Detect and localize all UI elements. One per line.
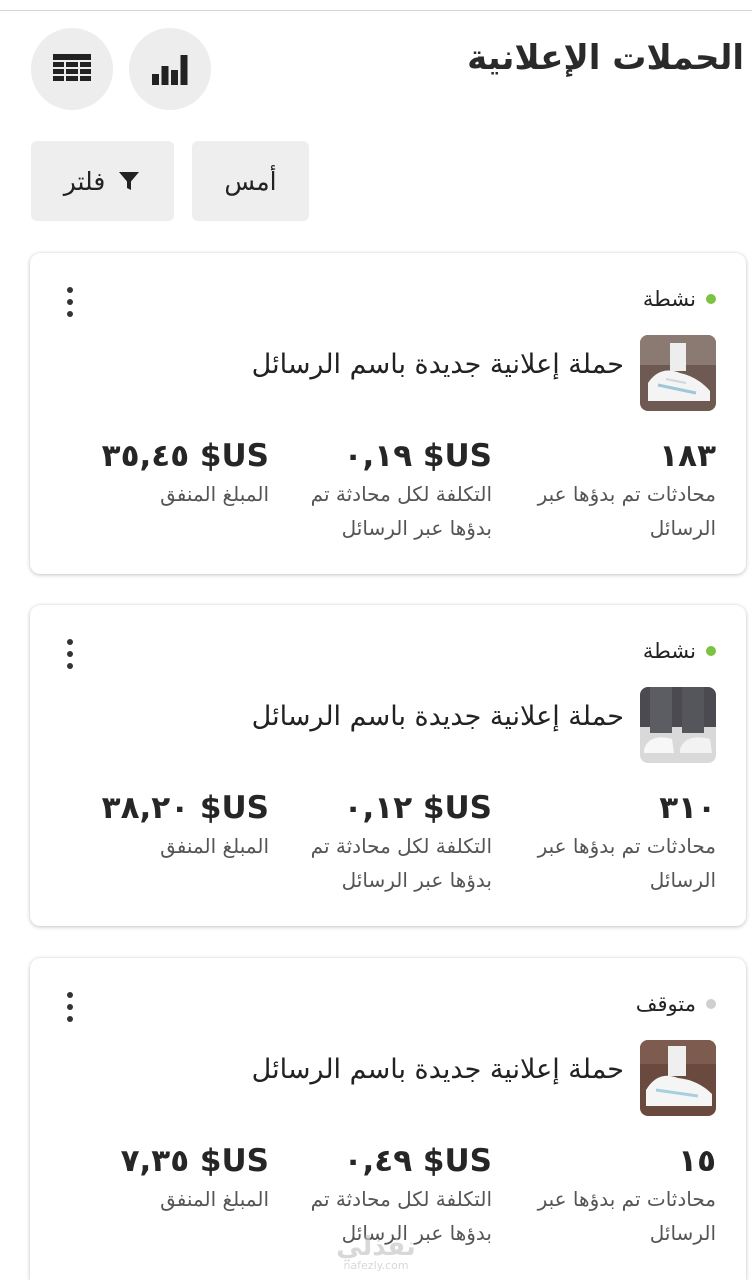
watermark-url: nafezly.com xyxy=(343,1259,409,1272)
filter-label: فلتر xyxy=(63,166,106,196)
metric-value: US$ ٣٥,٤٥ xyxy=(101,438,269,474)
table-icon xyxy=(53,54,91,81)
metric-label: المبلغ المنفق xyxy=(160,1187,269,1211)
date-range-label: أمس xyxy=(224,166,277,196)
status-dot xyxy=(706,646,716,656)
filter-button[interactable]: فلتر xyxy=(31,141,174,221)
watermark-logo: نفذلي nafezly.com xyxy=(330,1234,422,1272)
metric-label: المبلغ المنفق xyxy=(160,834,269,858)
page-title: الحملات الإعلانية xyxy=(467,38,744,78)
metric-conversations: ٣١٠ محادثات تم بدؤها عبر الرسائل xyxy=(516,787,716,897)
campaign-thumbnail xyxy=(640,335,716,411)
table-view-button[interactable] xyxy=(31,28,113,110)
status-dot xyxy=(706,294,716,304)
status-dot xyxy=(706,999,716,1009)
metric-label: محادثات تم بدؤها عبر الرسائل xyxy=(537,482,716,540)
metric-label: محادثات تم بدؤها عبر الرسائل xyxy=(537,834,716,892)
metric-label: المبلغ المنفق xyxy=(160,482,269,506)
status-label: متوقف xyxy=(635,992,696,1016)
metric-label: التكلفة لكل محادثة تم بدؤها عبر الرسائل xyxy=(310,834,492,892)
date-range-button[interactable]: أمس xyxy=(192,141,309,221)
campaign-card[interactable]: نشطة حملة إعلانية جديدة باسم الرسائل ٣١٠… xyxy=(30,605,746,926)
campaign-name[interactable]: حملة إعلانية جديدة باسم الرسائل xyxy=(252,1054,624,1085)
metric-label: التكلفة لكل محادثة تم بدؤها عبر الرسائل xyxy=(310,482,492,540)
campaign-thumbnail xyxy=(640,687,716,763)
metric-amount-spent: US$ ٣٨,٢٠ المبلغ المنفق xyxy=(99,787,269,863)
chart-view-button[interactable] xyxy=(129,28,211,110)
metric-value: ١٨٣ xyxy=(659,438,716,474)
status-badge: نشطة xyxy=(643,287,716,311)
campaign-card[interactable]: نشطة حملة إعلانية جديدة باسم الرسائل ١٨٣… xyxy=(30,253,746,574)
metric-value: US$ ٠,١٢ xyxy=(343,790,492,826)
status-label: نشطة xyxy=(642,287,696,311)
status-badge: متوقف xyxy=(636,992,716,1016)
top-divider xyxy=(0,10,752,11)
campaign-thumbnail xyxy=(640,1040,716,1116)
watermark-text: نفذلي xyxy=(336,1232,416,1262)
metric-label: محادثات تم بدؤها عبر الرسائل xyxy=(537,1187,716,1245)
bar-chart-icon xyxy=(152,55,188,85)
more-options-icon[interactable] xyxy=(62,287,78,317)
metric-conversations: ١٥ محادثات تم بدؤها عبر الرسائل xyxy=(516,1140,716,1250)
metric-value: US$ ٠,٤٩ xyxy=(343,1143,492,1179)
metric-cost-per-conversation: US$ ٠,١٩ التكلفة لكل محادثة تم بدؤها عبر… xyxy=(282,435,492,545)
status-badge: نشطة xyxy=(643,639,716,663)
metric-amount-spent: US$ ٧,٣٥ المبلغ المنفق xyxy=(99,1140,269,1216)
status-label: نشطة xyxy=(642,639,696,663)
metric-cost-per-conversation: US$ ٠,١٢ التكلفة لكل محادثة تم بدؤها عبر… xyxy=(282,787,492,897)
campaign-name[interactable]: حملة إعلانية جديدة باسم الرسائل xyxy=(252,349,624,380)
metric-value: ١٥ xyxy=(678,1143,716,1179)
campaign-name[interactable]: حملة إعلانية جديدة باسم الرسائل xyxy=(252,701,624,732)
metric-value: US$ ٧,٣٥ xyxy=(120,1143,269,1179)
metric-value: ٣١٠ xyxy=(659,790,716,826)
more-options-icon[interactable] xyxy=(62,639,78,669)
more-options-icon[interactable] xyxy=(62,992,78,1022)
metric-value: US$ ٣٨,٢٠ xyxy=(101,790,269,826)
funnel-icon xyxy=(119,172,140,190)
metric-conversations: ١٨٣ محادثات تم بدؤها عبر الرسائل xyxy=(516,435,716,545)
metric-value: US$ ٠,١٩ xyxy=(343,438,492,474)
metric-amount-spent: US$ ٣٥,٤٥ المبلغ المنفق xyxy=(99,435,269,511)
